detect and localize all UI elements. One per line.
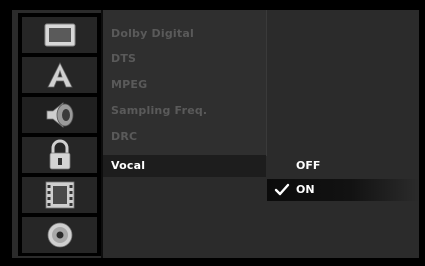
sidebar-item-film[interactable] xyxy=(22,177,97,213)
audio-menu-list: Dolby Digital DTS MPEG Sampling Freq. DR… xyxy=(103,10,267,156)
sidebar-item-display[interactable] xyxy=(22,17,97,53)
speaker-audio-icon xyxy=(46,102,73,128)
option-on[interactable]: ON xyxy=(267,179,419,201)
checkmark-icon xyxy=(274,183,290,196)
sidebar-item-audio[interactable] xyxy=(22,97,97,133)
menu-item-vocal-row[interactable]: Vocal xyxy=(103,155,266,177)
menu-item-mpeg[interactable]: MPEG xyxy=(111,78,147,91)
menu-item-drc[interactable]: DRC xyxy=(111,130,137,143)
setup-menu-screen: Dolby Digital DTS MPEG Sampling Freq. DR… xyxy=(12,10,419,258)
sidebar-item-lock[interactable] xyxy=(22,137,97,173)
menu-item-dolby-digital[interactable]: Dolby Digital xyxy=(111,27,194,40)
menu-item-vocal: Vocal xyxy=(111,159,146,172)
tv-screen-icon xyxy=(44,23,75,47)
padlock-icon xyxy=(49,139,70,170)
option-on-label: ON xyxy=(296,183,315,196)
sidebar-item-disc[interactable] xyxy=(22,217,97,253)
sidebar-item-language[interactable] xyxy=(22,57,97,93)
option-off-label: OFF xyxy=(296,159,321,172)
vocal-options: OFF ON xyxy=(267,155,419,258)
film-frame-icon xyxy=(45,181,74,209)
setup-sidebar xyxy=(18,13,101,256)
disc-icon xyxy=(47,222,72,248)
language-a-icon xyxy=(46,62,73,88)
option-off[interactable]: OFF xyxy=(267,155,419,177)
menu-item-sampling-freq[interactable]: Sampling Freq. xyxy=(111,104,207,117)
menu-item-dts[interactable]: DTS xyxy=(111,52,136,65)
